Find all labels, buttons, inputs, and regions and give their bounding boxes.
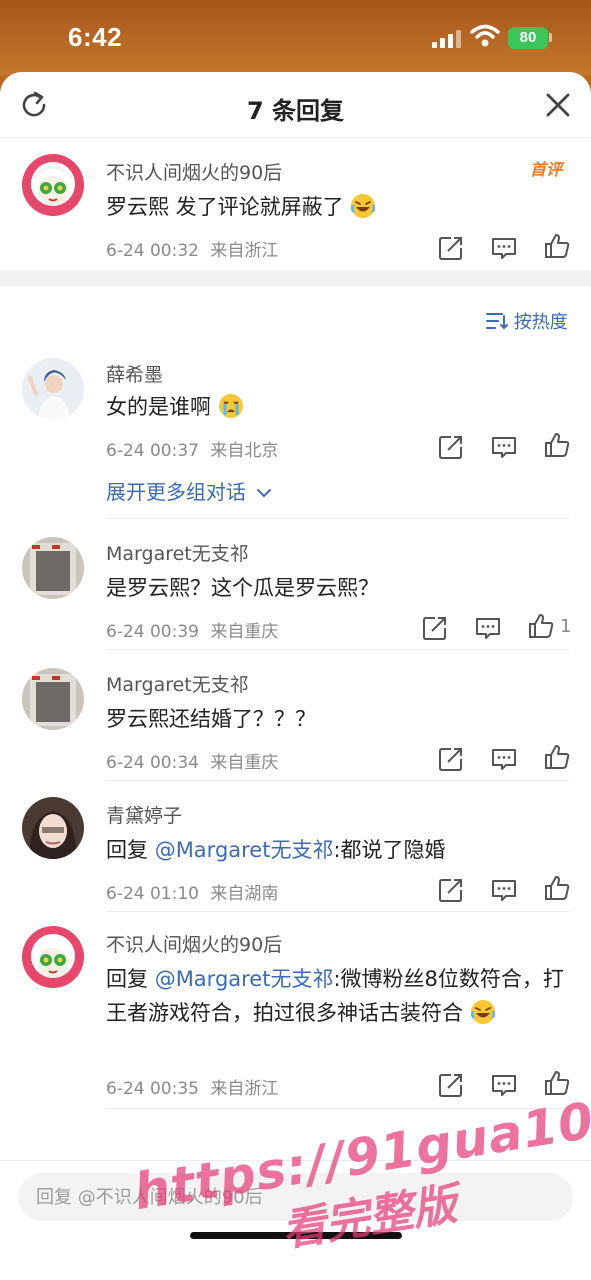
comment-meta: 6-24 00:37 来自北京 bbox=[106, 436, 278, 461]
close-icon[interactable] bbox=[542, 89, 574, 121]
crying-emoji-icon bbox=[218, 394, 243, 418]
like-icon[interactable] bbox=[543, 431, 571, 459]
comment-meta: 6-24 01:10 来自湖南 bbox=[106, 879, 278, 904]
commenter-name[interactable]: 青黛婷子 bbox=[106, 801, 182, 828]
like-count: 1 bbox=[560, 616, 572, 637]
commenter-name[interactable]: 不识人间烟火的90后 bbox=[106, 158, 282, 185]
reply-prefix: 回复 bbox=[106, 838, 155, 862]
comment-date: 6-24 01:10 bbox=[106, 884, 199, 904]
comment-icon[interactable] bbox=[474, 614, 502, 642]
reply-bar bbox=[0, 1160, 591, 1280]
comment-location: 来自重庆 bbox=[210, 622, 279, 642]
mention-link[interactable]: @Margaret无支祁 bbox=[155, 838, 334, 862]
comment-text-content: 女的是谁啊 bbox=[106, 395, 211, 419]
page-title: 7 条回复 bbox=[246, 97, 345, 125]
status-bar: 6:42 80 bbox=[0, 0, 591, 75]
comment-date: 6-24 00:35 bbox=[106, 1079, 199, 1099]
like-icon[interactable] bbox=[543, 874, 571, 902]
mention-link[interactable]: @Margaret无支祁 bbox=[155, 967, 334, 991]
laugh-cry-emoji-icon bbox=[351, 194, 376, 218]
like-icon[interactable] bbox=[543, 232, 571, 260]
wifi-icon bbox=[470, 24, 500, 47]
avatar[interactable] bbox=[22, 537, 84, 599]
expand-label: 展开更多组对话 bbox=[106, 480, 246, 504]
reply-item: 青黛婷子 回复 @Margaret无支祁:都说了隐婚 6-24 01:10 来自… bbox=[0, 781, 591, 911]
comment-location: 来自浙江 bbox=[210, 1079, 279, 1099]
reply-input[interactable] bbox=[18, 1173, 573, 1221]
share-icon[interactable] bbox=[437, 1071, 465, 1099]
like-icon[interactable] bbox=[543, 1069, 571, 1097]
comment-icon[interactable] bbox=[490, 745, 518, 773]
comment-meta: 6-24 00:39 来自重庆 bbox=[106, 617, 278, 642]
comment-location: 来自北京 bbox=[210, 441, 279, 461]
sort-icon bbox=[486, 313, 508, 330]
comment-location: 来自重庆 bbox=[210, 753, 279, 773]
avatar[interactable] bbox=[22, 797, 84, 859]
share-icon[interactable] bbox=[437, 745, 465, 773]
sort-button[interactable]: 按热度 bbox=[486, 308, 568, 334]
root-comment: 不识人间烟火的90后 首评 罗云熙 发了评论就屏蔽了 6-24 00:32 来自… bbox=[0, 138, 591, 270]
reply-item: Margaret无支祁 罗云熙还结婚了？？？ 6-24 00:34 来自重庆 bbox=[0, 650, 591, 780]
first-comment-badge: 首评 bbox=[530, 160, 563, 179]
divider bbox=[106, 1108, 569, 1109]
comment-icon[interactable] bbox=[490, 1071, 518, 1099]
comment-date: 6-24 00:34 bbox=[106, 753, 199, 773]
reply-item: 薛希墨 女的是谁啊 6-24 00:37 来自北京 展开更多组对话 bbox=[0, 348, 591, 518]
comment-text: 罗云熙 发了评论就屏蔽了 bbox=[106, 190, 576, 224]
commenter-name[interactable]: Margaret无支祁 bbox=[106, 670, 249, 697]
avatar[interactable] bbox=[22, 926, 84, 988]
sort-label: 按热度 bbox=[513, 312, 568, 333]
battery-nub bbox=[549, 33, 552, 42]
reply-prefix: 回复 bbox=[106, 967, 155, 991]
share-icon[interactable] bbox=[437, 876, 465, 904]
share-icon[interactable] bbox=[437, 433, 465, 461]
avatar[interactable] bbox=[22, 358, 84, 420]
comment-meta: 6-24 00:32 来自浙江 bbox=[106, 236, 278, 261]
share-icon[interactable] bbox=[437, 234, 465, 262]
battery-icon: 80 bbox=[508, 27, 548, 49]
commenter-name[interactable]: 不识人间烟火的90后 bbox=[106, 930, 282, 957]
comment-meta: 6-24 00:35 来自浙江 bbox=[106, 1074, 278, 1099]
like-icon[interactable] bbox=[543, 743, 571, 771]
comment-location: 来自浙江 bbox=[210, 241, 279, 261]
comment-text-content: :都说了隐婚 bbox=[333, 838, 446, 862]
home-indicator[interactable] bbox=[190, 1232, 402, 1239]
comment-icon[interactable] bbox=[490, 876, 518, 904]
comment-text: 是罗云熙？这个瓜是罗云熙？ bbox=[106, 576, 379, 600]
commenter-name[interactable]: Margaret无支祁 bbox=[106, 539, 249, 566]
sheet-header: 7 条回复 bbox=[0, 72, 591, 138]
comment-text-content: 罗云熙 发了评论就屏蔽了 bbox=[106, 195, 344, 219]
reply-item: 不识人间烟火的90后 回复 @Margaret无支祁:微博粉丝8位数符合，打王者… bbox=[0, 912, 591, 1108]
comment-text: 罗云熙还结婚了？？？ bbox=[106, 707, 316, 731]
status-time: 6:42 bbox=[68, 22, 123, 52]
avatar[interactable] bbox=[22, 154, 84, 216]
section-divider bbox=[0, 270, 591, 286]
avatar[interactable] bbox=[22, 668, 84, 730]
comment-icon[interactable] bbox=[490, 234, 518, 262]
laugh-cry-emoji-icon bbox=[470, 1000, 495, 1024]
reply-item: Margaret无支祁 是罗云熙？这个瓜是罗云熙？ 6-24 00:39 来自重… bbox=[0, 519, 591, 649]
comment-text: 回复 @Margaret无支祁:微博粉丝8位数符合，打王者游戏符合，拍过很多神话… bbox=[106, 962, 576, 1030]
comment-date: 6-24 00:32 bbox=[106, 241, 199, 261]
comment-icon[interactable] bbox=[490, 433, 518, 461]
comment-location: 来自湖南 bbox=[210, 884, 279, 904]
signal-icon bbox=[432, 28, 462, 48]
comment-text: 回复 @Margaret无支祁:都说了隐婚 bbox=[106, 833, 576, 867]
commenter-name[interactable]: 薛希墨 bbox=[106, 360, 163, 387]
replies-sheet: 7 条回复 不识人间烟火的90后 首评 罗云熙 发了评论就屏蔽了 6-24 00… bbox=[0, 72, 591, 1280]
share-icon[interactable] bbox=[421, 614, 449, 642]
comment-date: 6-24 00:39 bbox=[106, 622, 199, 642]
comment-meta: 6-24 00:34 来自重庆 bbox=[106, 748, 278, 773]
expand-conversation-link[interactable]: 展开更多组对话 bbox=[106, 476, 272, 505]
comment-text: 女的是谁啊 bbox=[106, 390, 576, 424]
chevron-down-icon bbox=[257, 489, 272, 498]
comment-date: 6-24 00:37 bbox=[106, 441, 199, 461]
like-icon[interactable] bbox=[527, 612, 555, 640]
